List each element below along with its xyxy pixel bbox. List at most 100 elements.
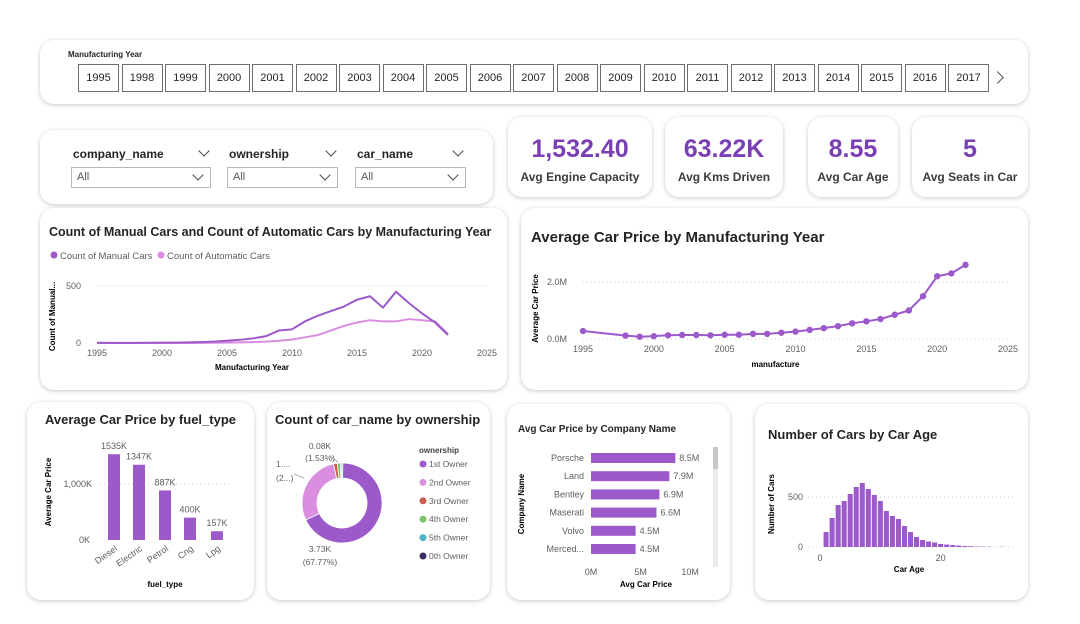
chevron-down-icon <box>447 169 459 181</box>
data-label: 1347K <box>126 452 152 462</box>
bar <box>841 501 847 547</box>
year-button-2003[interactable]: 2003 <box>339 64 380 92</box>
year-button-2017[interactable]: 2017 <box>948 64 989 92</box>
legend-marker <box>419 515 427 523</box>
y-axis-title: Average Car Price <box>44 457 53 526</box>
year-button-2000[interactable]: 2000 <box>208 64 250 92</box>
data-label: (67.77%) <box>303 557 338 567</box>
year-button-2012[interactable]: 2012 <box>730 64 772 92</box>
data-label: (2...) <box>276 473 294 483</box>
price-by-year-line-chart: 0.0M 2.0M 1995 2000 2005 2010 2015 2020 2025 manu… <box>531 261 1018 369</box>
x-tick-label: 20 <box>936 553 946 563</box>
scrollbar-thumb <box>713 447 718 469</box>
data-label: (1.53%) <box>305 453 335 463</box>
year-button-2005[interactable]: 2005 <box>426 64 467 92</box>
chevron-down-icon[interactable] <box>452 145 464 157</box>
chevron-down-icon[interactable] <box>325 145 337 157</box>
x-tick-label: Petrol <box>145 543 170 565</box>
data-point <box>707 332 714 339</box>
y-tick-label: 0 <box>76 338 81 348</box>
x-tick-label: 2000 <box>644 344 664 354</box>
bar <box>920 540 926 547</box>
year-slicer-label: Manufacturing Year <box>68 50 143 59</box>
bar <box>974 546 980 547</box>
year-button-2007[interactable]: 2007 <box>513 64 554 92</box>
year-button-2011[interactable]: 2011 <box>687 64 728 92</box>
data-point <box>735 331 743 338</box>
data-point <box>749 330 757 338</box>
year-button-1998[interactable]: 1998 <box>121 64 163 92</box>
year-button-1995[interactable]: 1995 <box>78 64 119 92</box>
y-tick-label: Bentley <box>554 489 585 499</box>
bar <box>901 526 907 547</box>
company-bar-chart: Porsche 8.5M Land 7.9M Bentley 6.9M Maserati 6.… <box>517 447 718 589</box>
y-axis-title: Average Car Price <box>531 274 540 343</box>
x-axis-title: Avg Car Price <box>620 580 673 589</box>
year-button-2008[interactable]: 2008 <box>556 64 598 92</box>
chevron-right-icon[interactable] <box>991 71 1004 84</box>
company-name-dropdown[interactable]: All <box>71 167 211 188</box>
car-name-dropdown[interactable]: All <box>355 167 466 188</box>
x-tick-label: 1995 <box>87 348 107 358</box>
bar <box>859 483 865 547</box>
bar <box>591 453 676 463</box>
x-tick-label: 2015 <box>347 348 367 358</box>
filter-label-company-name: company_name <box>73 147 164 161</box>
year-button-2013[interactable]: 2013 <box>774 64 815 92</box>
year-button-2002[interactable]: 2002 <box>295 64 337 92</box>
data-label: 6.6M <box>660 508 680 518</box>
data-point <box>650 332 658 340</box>
data-point <box>863 318 870 325</box>
kpi-card-car-age: 8.55 Avg Car Age <box>808 117 898 197</box>
bar <box>159 490 171 540</box>
year-button-2006[interactable]: 2006 <box>469 64 511 92</box>
data-point <box>948 270 955 277</box>
legend-title: ownership <box>419 446 459 455</box>
year-button-2001[interactable]: 2001 <box>252 64 293 92</box>
data-point <box>877 315 884 323</box>
data-point <box>678 331 686 339</box>
x-tick-label: 2000 <box>152 348 172 358</box>
data-label: 0.08K <box>309 441 332 451</box>
year-button-2009[interactable]: 2009 <box>600 64 641 92</box>
legend-marker <box>157 251 165 259</box>
x-tick-label: 2010 <box>785 344 805 354</box>
filter-label-ownership: ownership <box>229 147 290 161</box>
data-point <box>579 327 587 335</box>
data-label: 157K <box>206 518 227 528</box>
y-axis-title: Count of Manual... <box>48 282 57 351</box>
bar <box>956 545 962 547</box>
bar <box>962 546 968 547</box>
x-axis-title: Manufacturing Year <box>215 363 289 372</box>
year-button-2004[interactable]: 2004 <box>382 64 424 92</box>
year-slicer-card: Manufacturing Year 1995 1998 1999 2000 2001 2… <box>40 40 1028 104</box>
year-button-2016[interactable]: 2016 <box>904 64 946 92</box>
company-name-value: All <box>77 171 90 183</box>
y-tick-label: 500 <box>66 281 81 291</box>
bar <box>871 495 877 547</box>
chevron-down-icon <box>319 169 331 181</box>
year-button-2015[interactable]: 2015 <box>861 64 902 92</box>
year-button-2010[interactable]: 2010 <box>643 64 685 92</box>
kpi-label: Avg Engine Capacity <box>520 170 640 184</box>
year-button-1999[interactable]: 1999 <box>165 64 206 92</box>
legend-marker <box>50 251 58 259</box>
y-axis-title: Company Name <box>517 473 526 534</box>
chevron-down-icon[interactable] <box>198 145 210 157</box>
y-tick-label: 0.0M <box>547 334 567 344</box>
series-line <box>582 263 967 338</box>
year-button-2014[interactable]: 2014 <box>817 64 859 92</box>
y-tick-label: 1,000K <box>63 479 92 489</box>
data-label: 887K <box>154 477 175 487</box>
kpi-card-seats: 5 Avg Seats in Car <box>912 117 1028 197</box>
y-axis-title: Number of Cars <box>767 473 776 534</box>
x-tick-label: 2005 <box>715 344 735 354</box>
ownership-dropdown[interactable]: All <box>227 167 338 188</box>
bar <box>184 517 196 540</box>
y-tick-label: 0K <box>79 535 90 545</box>
data-point <box>636 333 643 340</box>
series-line <box>97 318 449 344</box>
bar <box>853 487 859 547</box>
x-tick-label: 2010 <box>282 348 302 358</box>
kpi-value: 8.55 <box>828 135 878 163</box>
